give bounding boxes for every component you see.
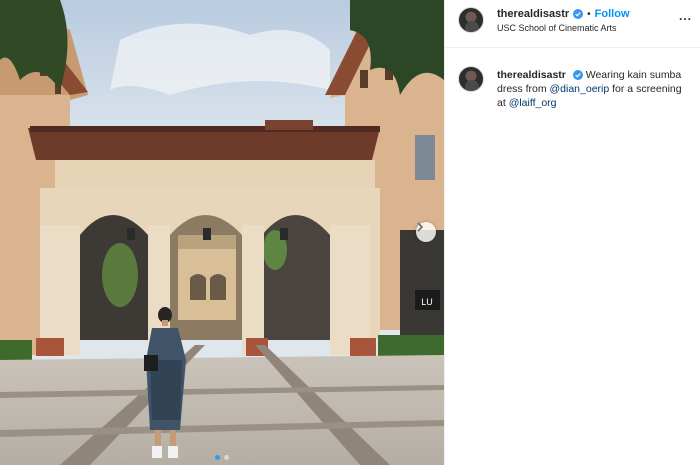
verified-badge-icon bbox=[572, 70, 583, 81]
more-options-icon[interactable]: ... bbox=[679, 9, 692, 23]
carousel-next-button[interactable] bbox=[416, 222, 436, 242]
carousel-dot bbox=[224, 455, 229, 460]
building-sign: LU bbox=[421, 297, 433, 307]
caption-text: therealdisastr Wearing kain sumba dress … bbox=[497, 68, 692, 110]
avatar[interactable] bbox=[458, 66, 484, 92]
carousel-dot bbox=[215, 455, 220, 460]
post-photo[interactable]: LU bbox=[0, 0, 444, 465]
chevron-right-icon bbox=[417, 222, 424, 232]
avatar[interactable] bbox=[458, 7, 484, 33]
mention-link[interactable]: @laiff_org bbox=[509, 97, 557, 109]
location-link[interactable]: USC School of Cinematic Arts bbox=[497, 23, 617, 33]
verified-badge-icon bbox=[573, 9, 584, 19]
header-user-line: therealdisastr • Follow bbox=[497, 8, 630, 20]
post-header: therealdisastr • Follow USC School of Ci… bbox=[445, 0, 700, 48]
separator-dot: • bbox=[587, 8, 591, 20]
username-link[interactable]: therealdisastr bbox=[497, 8, 569, 20]
mention-link[interactable]: @dian_oerip bbox=[550, 83, 610, 95]
follow-button[interactable]: Follow bbox=[595, 8, 630, 20]
instagram-post: LU therealdisastr • Follow USC School of… bbox=[0, 0, 700, 465]
courtyard-scene: LU bbox=[0, 0, 444, 465]
post-side-panel: therealdisastr • Follow USC School of Ci… bbox=[444, 0, 700, 465]
carousel-indicator bbox=[0, 455, 444, 460]
caption-username[interactable]: therealdisastr bbox=[497, 69, 566, 81]
